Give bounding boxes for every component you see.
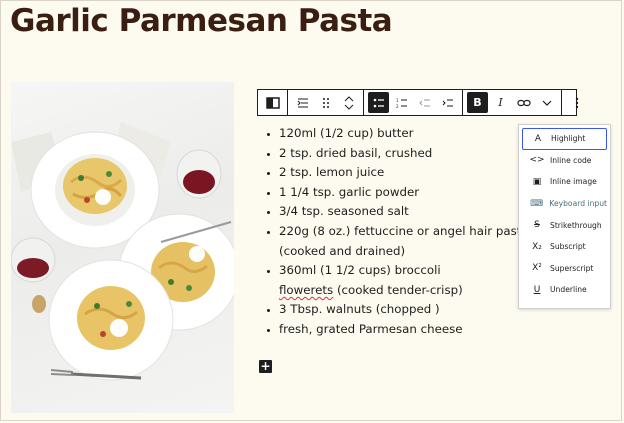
list-item[interactable]: 3/4 tsp. seasoned salt — [279, 202, 529, 222]
indent-icon[interactable] — [292, 92, 313, 113]
superscript-icon: X² — [532, 263, 542, 274]
underline-icon: U — [533, 284, 541, 295]
list-item[interactable]: fresh, grated Parmesan cheese — [279, 320, 529, 340]
list-item[interactable]: 360ml (1 1/2 cups) broccoliflowerets (co… — [279, 261, 529, 300]
link-icon[interactable] — [513, 92, 534, 113]
misspelled-word[interactable]: flowerets — [279, 283, 333, 297]
outdent-list-icon[interactable] — [414, 92, 435, 113]
italic-icon[interactable]: I — [490, 92, 511, 113]
pasta-photo — [11, 82, 234, 413]
highlight-icon: A — [534, 133, 542, 144]
post-title[interactable]: Garlic Parmesan Pasta — [10, 3, 393, 39]
list-group: 12 — [364, 90, 463, 115]
more-options-icon[interactable] — [566, 92, 587, 113]
list-item[interactable]: 220g (8 oz.) fettuccine or angel hair pa… — [279, 222, 529, 261]
chevron-down-icon[interactable] — [536, 92, 557, 113]
code-icon: <> — [529, 155, 545, 166]
menu-item-strikethrough[interactable]: S Strikethrough — [522, 214, 607, 236]
menu-item-underline[interactable]: U Underline — [522, 279, 607, 301]
list-item[interactable]: 120ml (1/2 cup) butter — [279, 124, 529, 144]
list-item[interactable]: 3 Tbsp. walnuts (chopped ) — [279, 300, 529, 320]
pasta-photo-illustration — [11, 122, 234, 381]
keyboard-icon: ⌨ — [530, 198, 544, 209]
svg-text:1: 1 — [396, 98, 399, 103]
menu-item-superscript[interactable]: X² Superscript — [522, 258, 607, 280]
list-item[interactable]: 2 tsp. dried basil, crushed — [279, 144, 529, 164]
svg-text:2: 2 — [396, 104, 399, 108]
block-toolbar: 12 B I — [257, 89, 578, 116]
strikethrough-icon: S — [534, 220, 540, 231]
add-block-button[interactable]: + — [259, 360, 272, 373]
drag-handle-icon[interactable] — [315, 92, 336, 113]
move-up-down-icon[interactable] — [338, 92, 359, 113]
menu-item-highlight[interactable]: A Highlight — [522, 128, 607, 150]
ingredient-list[interactable]: 120ml (1/2 cup) butter 2 tsp. dried basi… — [262, 124, 529, 340]
indent-list-icon[interactable] — [437, 92, 458, 113]
image-icon: ▣ — [532, 176, 542, 187]
subscript-icon: X₂ — [532, 241, 542, 252]
format-group: B I — [463, 90, 562, 115]
menu-item-inline-image[interactable]: ▣ Inline image — [522, 171, 607, 193]
options-group — [562, 90, 591, 115]
menu-item-subscript[interactable]: X₂ Subscript — [522, 236, 607, 258]
list-item[interactable]: 2 tsp. lemon juice — [279, 163, 529, 183]
bold-icon[interactable]: B — [467, 92, 488, 113]
move-group — [288, 90, 364, 115]
format-dropdown-menu: A Highlight <> Inline code ▣ Inline imag… — [518, 124, 611, 309]
menu-item-keyboard-input[interactable]: ⌨ Keyboard input — [522, 193, 607, 215]
unordered-list-icon[interactable] — [368, 92, 389, 113]
ordered-list-icon[interactable]: 12 — [391, 92, 412, 113]
block-type-icon[interactable] — [262, 92, 283, 113]
block-type-group — [258, 90, 288, 115]
list-item[interactable]: 1 1/4 tsp. garlic powder — [279, 183, 529, 203]
menu-item-inline-code[interactable]: <> Inline code — [522, 150, 607, 172]
